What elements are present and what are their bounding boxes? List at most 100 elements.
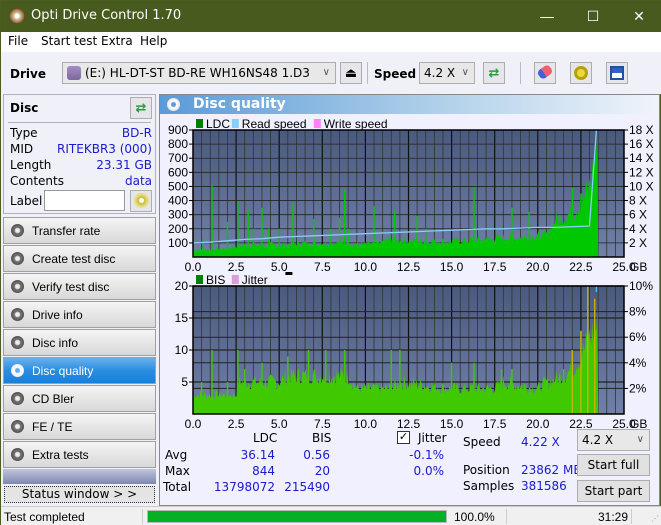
verify-disc-icon xyxy=(11,280,24,293)
menu-file[interactable]: File xyxy=(8,34,28,48)
legend-label: Write speed xyxy=(324,117,388,131)
eject-button[interactable]: ⏏ xyxy=(340,62,362,84)
nav-transfer-rate[interactable]: Transfer rate xyxy=(3,217,156,244)
y-tick-label: 20 xyxy=(175,279,189,293)
jitter-label: Jitter xyxy=(418,431,447,445)
status-window-button[interactable]: Status window > > xyxy=(4,486,155,503)
start-part-button[interactable]: Start part xyxy=(577,480,650,502)
stats-total-bis: 215490 xyxy=(284,480,330,494)
erase-button[interactable] xyxy=(534,62,556,84)
y2-tick-label: 14 X xyxy=(629,151,654,165)
nav-disc-info[interactable]: Disc info xyxy=(3,329,156,356)
resize-grip-icon[interactable]: ⋰ xyxy=(651,514,659,523)
nav-cd-bler[interactable]: CD Bler xyxy=(3,385,156,412)
refresh-button[interactable]: ⇄ xyxy=(483,62,505,84)
toolbar-separator xyxy=(367,62,368,84)
x-tick-label: 10.0 xyxy=(354,260,378,274)
drive-select[interactable]: (E:) HL-DT-ST BD-RE WH16NS48 1.D3 ∨ xyxy=(62,62,336,84)
x-tick-label: 15.0 xyxy=(440,417,464,431)
legend-swatch xyxy=(231,275,239,284)
label-apply-button[interactable] xyxy=(130,190,152,212)
charts-area: LDC Read speed Write speed1002003004005006… xyxy=(168,117,654,431)
save-button[interactable] xyxy=(606,62,628,84)
drive-icon xyxy=(67,66,81,80)
close-button[interactable]: ✕ xyxy=(616,1,661,32)
stats-total-ldc: 13798072 xyxy=(213,480,275,494)
nav-drive-info[interactable]: Drive info xyxy=(3,301,156,328)
menu-extra[interactable]: Extra xyxy=(101,34,133,48)
disc-quality-icon xyxy=(167,98,180,111)
legend-label: Jitter xyxy=(242,273,268,287)
sidebar: Disc ⇄ Type BD-R MID RITEKBR3 (000) Length… xyxy=(1,94,158,507)
bis-chart: BIS Jitter 5 10 15 20 2% 4% 6% 8% 10% 0.0 2.5 5.0 7.5 1… xyxy=(175,272,653,431)
stats-avg-ldc: 36.14 xyxy=(240,448,275,462)
y2-tick-label: 4% xyxy=(629,356,647,370)
legend-swatch xyxy=(231,119,239,128)
menu-help[interactable]: Help xyxy=(140,34,167,48)
y2-tick-label: 10% xyxy=(629,279,653,293)
cd-bler-icon xyxy=(11,392,24,405)
disc-info-panel: Disc ⇄ Type BD-R MID RITEKBR3 (000) Length… xyxy=(3,94,156,214)
y-tick-label: 600 xyxy=(168,165,188,179)
eject-icon: ⏏ xyxy=(344,65,358,80)
test-speed-select[interactable]: 4.2 X ∨ xyxy=(577,429,650,451)
y-tick-label: 200 xyxy=(168,222,188,236)
config-button[interactable] xyxy=(570,62,592,84)
y-tick-label: 500 xyxy=(168,179,188,193)
nav-fe-te[interactable]: FE / TE xyxy=(3,413,156,440)
start-full-button[interactable]: Start full xyxy=(577,454,650,476)
disc-row-mid: MID RITEKBR3 (000) xyxy=(10,142,152,156)
stats-col-bis-header: BIS xyxy=(312,431,332,445)
x-tick-label: 5.0 xyxy=(271,260,288,274)
nav-verify-test-disc[interactable]: Verify test disc xyxy=(3,273,156,300)
x-tick-label: 15.0 xyxy=(440,260,464,274)
x-tick-label: 22.5 xyxy=(569,260,593,274)
label-input[interactable] xyxy=(44,190,125,211)
x-tick-label: 17.5 xyxy=(483,417,507,431)
nav-create-test-disc[interactable]: Create test disc xyxy=(3,245,156,272)
progress-text: 100.0% xyxy=(454,510,495,524)
x-tick-label: 0.0 xyxy=(185,260,202,274)
y-tick-label: 300 xyxy=(168,208,188,222)
y2-tick-label: 4 X xyxy=(629,222,647,236)
x-tick-label: 7.5 xyxy=(314,260,331,274)
y-tick-label: 100 xyxy=(168,236,188,250)
app-logo-icon xyxy=(9,8,25,24)
x-tick-label: 12.5 xyxy=(397,260,421,274)
label-field-label: Label xyxy=(10,194,43,208)
y-tick-label: 800 xyxy=(168,137,188,151)
refresh-icon: ⇄ xyxy=(135,100,147,115)
status-separator xyxy=(142,509,143,524)
x-tick-label: 7.5 xyxy=(314,417,331,431)
disc-row-length: Length 23.31 GB xyxy=(10,158,152,172)
x-tick-label: 20.0 xyxy=(526,417,550,431)
y-tick-label: 700 xyxy=(168,151,188,165)
jitter-checkbox[interactable]: ✓ xyxy=(397,431,410,444)
gears-icon xyxy=(574,66,588,80)
speed-select[interactable]: 4.2 X ∨ xyxy=(419,62,475,84)
legend-label: Read speed xyxy=(242,117,307,131)
menu-start-test[interactable]: Start test xyxy=(41,34,97,48)
disc-header: Disc xyxy=(10,101,39,115)
x-tick-label: 2.5 xyxy=(228,417,245,431)
fe-te-icon xyxy=(11,420,24,433)
maximize-button[interactable]: ☐ xyxy=(570,1,616,32)
x-tick-label: 12.5 xyxy=(397,417,421,431)
create-disc-icon xyxy=(11,252,24,265)
legend-swatch xyxy=(196,275,203,284)
y2-tick-label: 2 X xyxy=(629,236,647,250)
disc-row-type: Type BD-R xyxy=(10,126,152,140)
disc-refresh-button[interactable]: ⇄ xyxy=(130,97,152,119)
y2-tick-label: 18 X xyxy=(629,123,654,137)
x-tick-label: 17.5 xyxy=(483,260,507,274)
y2-tick-label: 8 X xyxy=(629,194,647,208)
status-separator xyxy=(631,509,632,524)
minimize-button[interactable]: — xyxy=(524,1,570,32)
y-tick-label: 5 xyxy=(181,375,188,389)
stats-col-ldc-header: LDC xyxy=(253,431,278,445)
nav-extra-tests[interactable]: Extra tests xyxy=(3,441,156,468)
status-bar: Test completed 100.0% 31:29 ⋰ xyxy=(1,506,661,525)
test-speed-value: 4.2 X xyxy=(582,433,614,447)
nav-disc-quality[interactable]: Disc quality xyxy=(3,357,156,384)
menu-bar: File Start test Extra Help xyxy=(1,32,661,52)
